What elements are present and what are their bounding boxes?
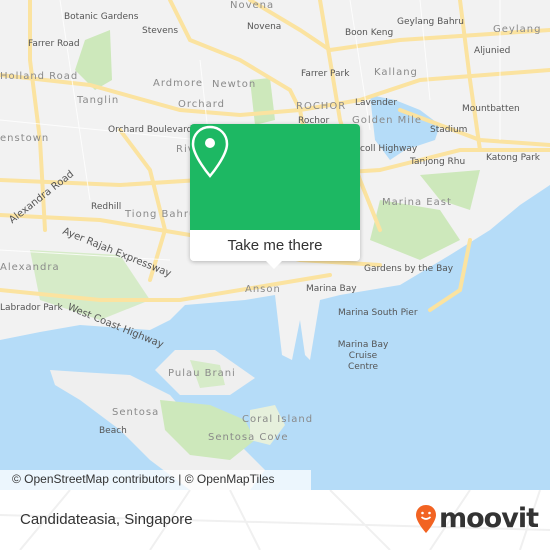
map-label: Orchard <box>178 99 226 110</box>
map-label: Geylang <box>493 24 542 35</box>
map-label: Sentosa <box>112 407 160 418</box>
map-label: Kallang <box>374 67 418 78</box>
map-label: Marina Bay Cruise Centre <box>337 340 389 372</box>
take-me-there-button[interactable]: Take me there <box>190 230 360 269</box>
map-label: Novena <box>230 0 275 11</box>
map-label: enstown <box>0 133 50 144</box>
map-label: Coral Island <box>242 414 314 425</box>
map-label: Novena <box>247 22 282 32</box>
map-label: Farrer Park <box>301 69 350 79</box>
map-label: Geylang Bahru <box>397 17 464 27</box>
map-label: coll Highway <box>360 144 418 154</box>
map-label: Lavender <box>355 98 398 108</box>
map-label: Alexandra <box>0 262 60 273</box>
map-label: Stevens <box>142 26 179 36</box>
map-pin-icon <box>191 125 229 178</box>
map-label: Farrer Road <box>28 39 80 49</box>
popup-header <box>190 124 360 230</box>
map-label: Marina South Pier <box>338 308 418 318</box>
brand-name: moovit <box>439 503 539 534</box>
map-label: Mountbatten <box>462 104 520 114</box>
map-label: Redhill <box>91 202 122 212</box>
map-label: Labrador Park <box>0 303 63 313</box>
map-label: Anson <box>245 284 281 295</box>
map-label: Sentosa Cove <box>208 432 289 443</box>
map-label: Tiong Bahru <box>125 209 197 220</box>
map-label: Beach <box>99 426 127 436</box>
map-label: Newton <box>212 79 257 90</box>
map-label: Botanic Gardens <box>64 12 139 22</box>
location-popup: Take me there <box>190 124 360 269</box>
map-label: Marina East <box>382 197 452 208</box>
map[interactable]: Novena Botanic Gardens Stevens Novena Ge… <box>0 0 550 490</box>
map-label: Boon Keng <box>345 28 394 38</box>
map-label: Katong Park <box>486 153 541 163</box>
map-label: Tanjong Rhu <box>410 157 466 167</box>
map-label: Orchard Boulevard <box>108 125 193 135</box>
map-attribution[interactable]: © OpenStreetMap contributors | © OpenMap… <box>0 470 311 490</box>
map-label: Holland Road <box>0 71 79 82</box>
place-name: Candidateasia, Singapore <box>20 511 193 528</box>
moovit-pin-icon <box>416 504 436 533</box>
map-label: Golden Mile <box>352 115 422 126</box>
map-label: Gardens by the Bay <box>364 264 454 274</box>
map-label: ROCHOR <box>296 101 347 112</box>
moovit-logo[interactable]: moovit <box>415 503 539 534</box>
map-label: Marina Bay <box>306 284 357 294</box>
map-label: Aljunied <box>474 46 511 56</box>
map-label: Tanglin <box>77 95 120 106</box>
map-label: Ardmore <box>153 78 204 89</box>
map-label: Pulau Brani <box>168 368 236 379</box>
map-label: Stadium <box>430 125 468 135</box>
